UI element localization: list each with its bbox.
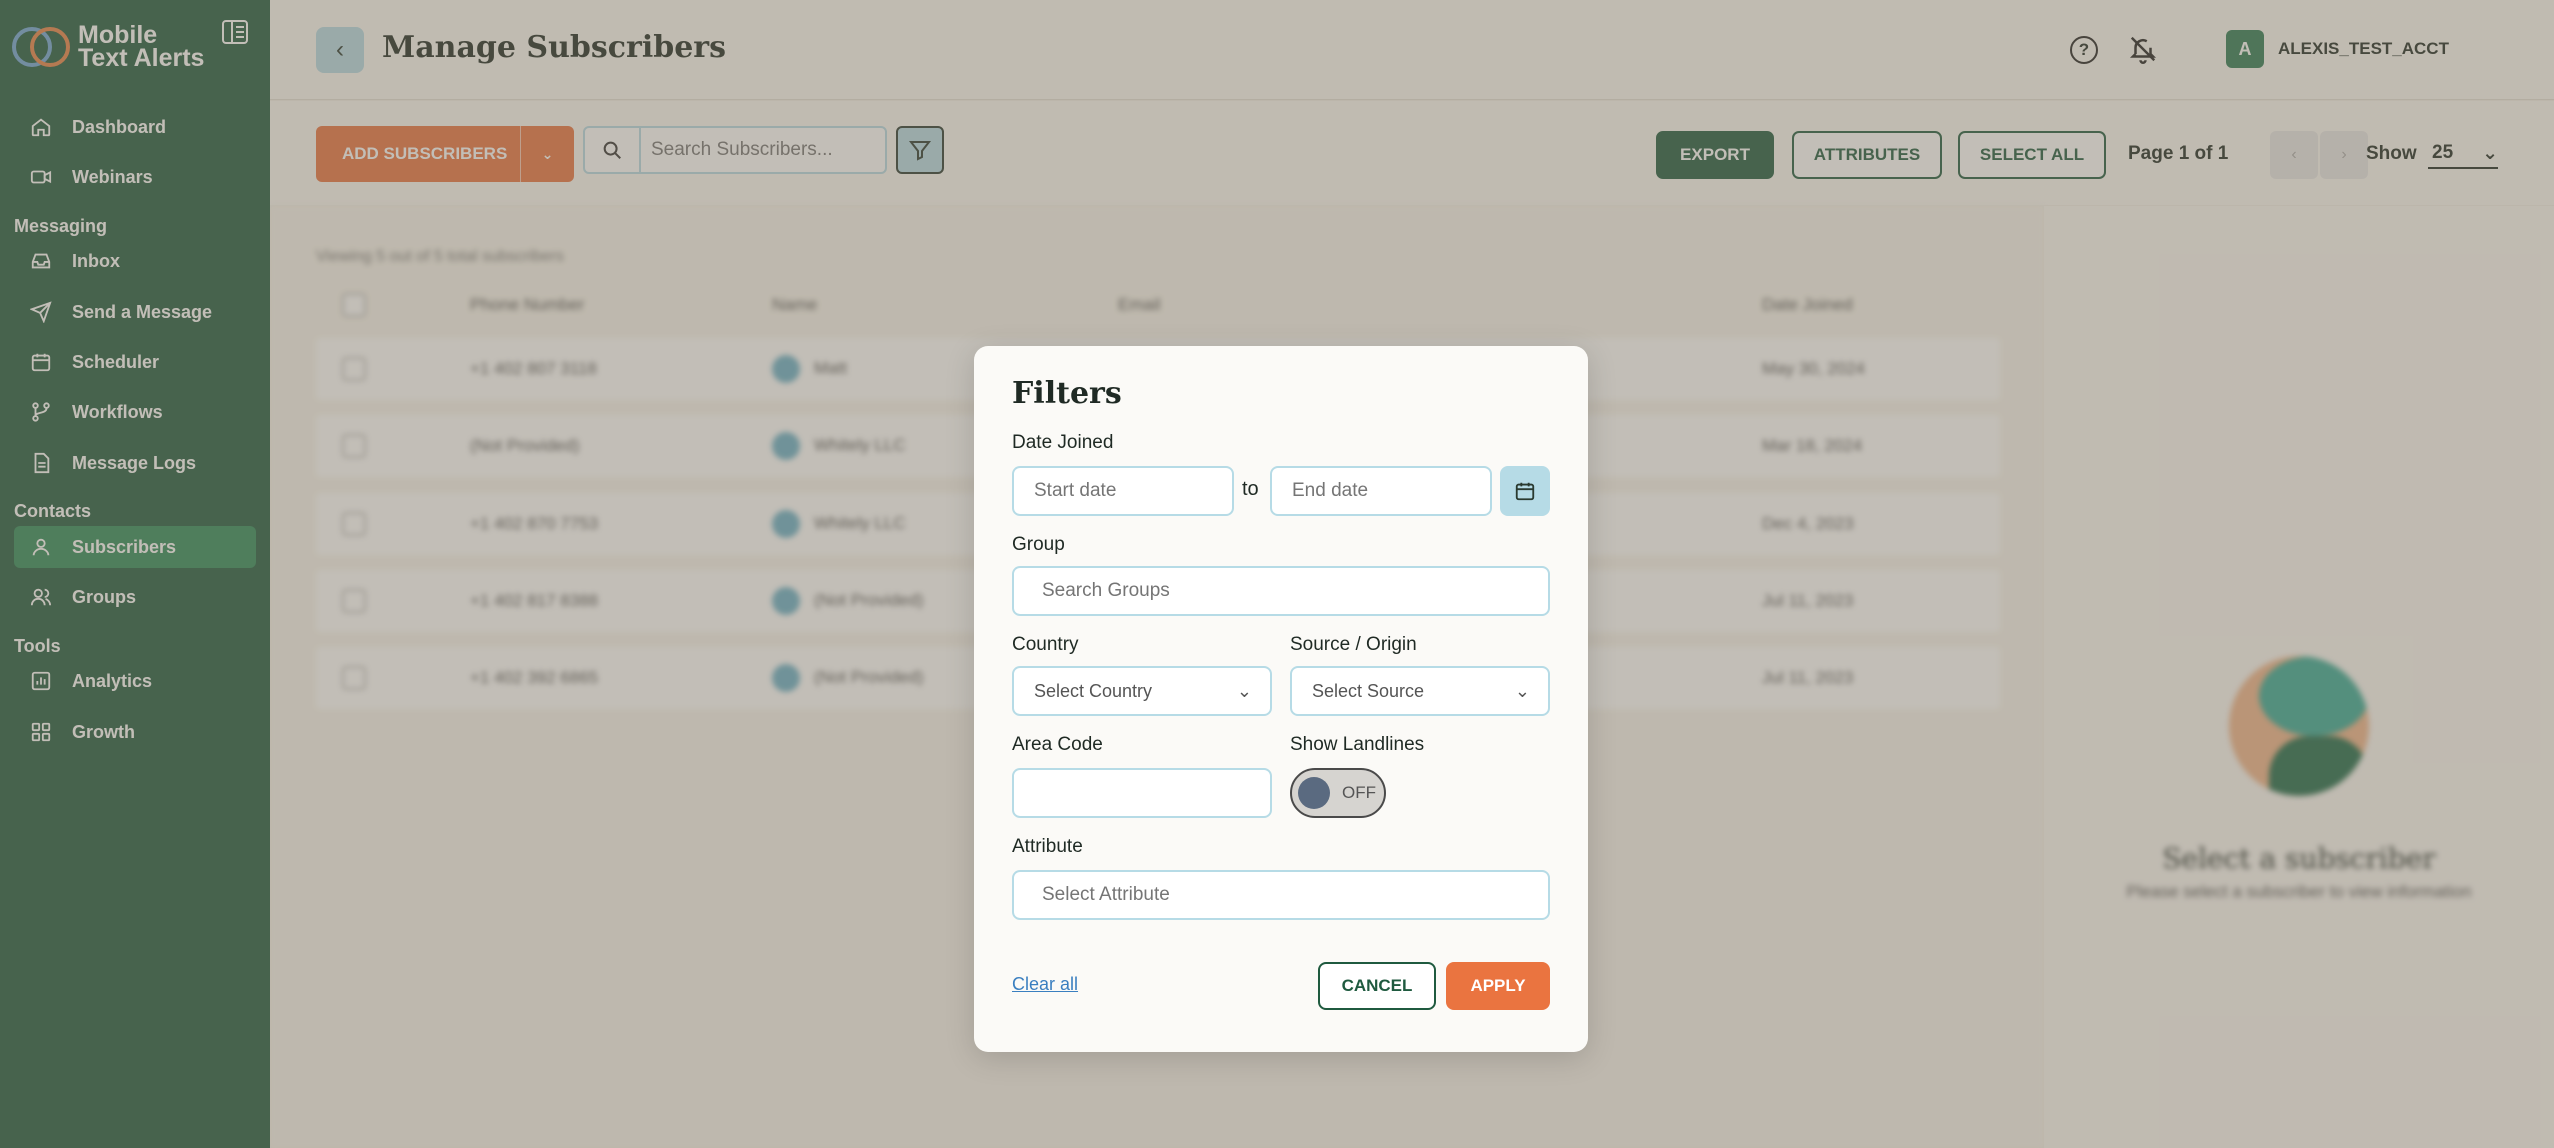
group-search-input[interactable]	[1012, 566, 1550, 616]
modal-title: Filters	[1012, 376, 1122, 411]
cancel-button[interactable]: CANCEL	[1318, 962, 1436, 1010]
to-text: to	[1242, 478, 1259, 500]
attribute-input[interactable]	[1012, 870, 1550, 920]
source-select-value: Select Source	[1312, 680, 1425, 701]
group-label: Group	[1012, 534, 1065, 555]
calendar-icon	[1515, 482, 1535, 501]
area-code-input[interactable]	[1012, 768, 1272, 818]
show-landlines-label: Show Landlines	[1290, 734, 1425, 755]
country-select[interactable]: Select Country ⌄	[1012, 666, 1272, 716]
country-label: Country	[1012, 634, 1079, 655]
source-label: Source / Origin	[1290, 634, 1417, 655]
show-landlines-toggle[interactable]: OFF	[1290, 768, 1386, 818]
start-date-input[interactable]	[1012, 466, 1234, 516]
end-date-input[interactable]	[1270, 466, 1492, 516]
toggle-knob	[1298, 777, 1330, 809]
apply-button[interactable]: APPLY	[1446, 962, 1550, 1010]
toggle-state: OFF	[1342, 783, 1376, 802]
country-select-value: Select Country	[1034, 680, 1153, 701]
date-joined-label: Date Joined	[1012, 432, 1114, 453]
attribute-label: Attribute	[1012, 836, 1083, 857]
area-code-label: Area Code	[1012, 734, 1103, 755]
chevron-down-icon: ⌄	[1236, 680, 1252, 701]
filters-modal: Filters Date Joined to Group Country Sel…	[974, 346, 1588, 1052]
date-picker-button[interactable]	[1500, 466, 1550, 516]
source-select[interactable]: Select Source ⌄	[1290, 666, 1550, 716]
chevron-down-icon: ⌄	[1514, 680, 1530, 701]
clear-all-link[interactable]: Clear all	[1012, 974, 1078, 995]
